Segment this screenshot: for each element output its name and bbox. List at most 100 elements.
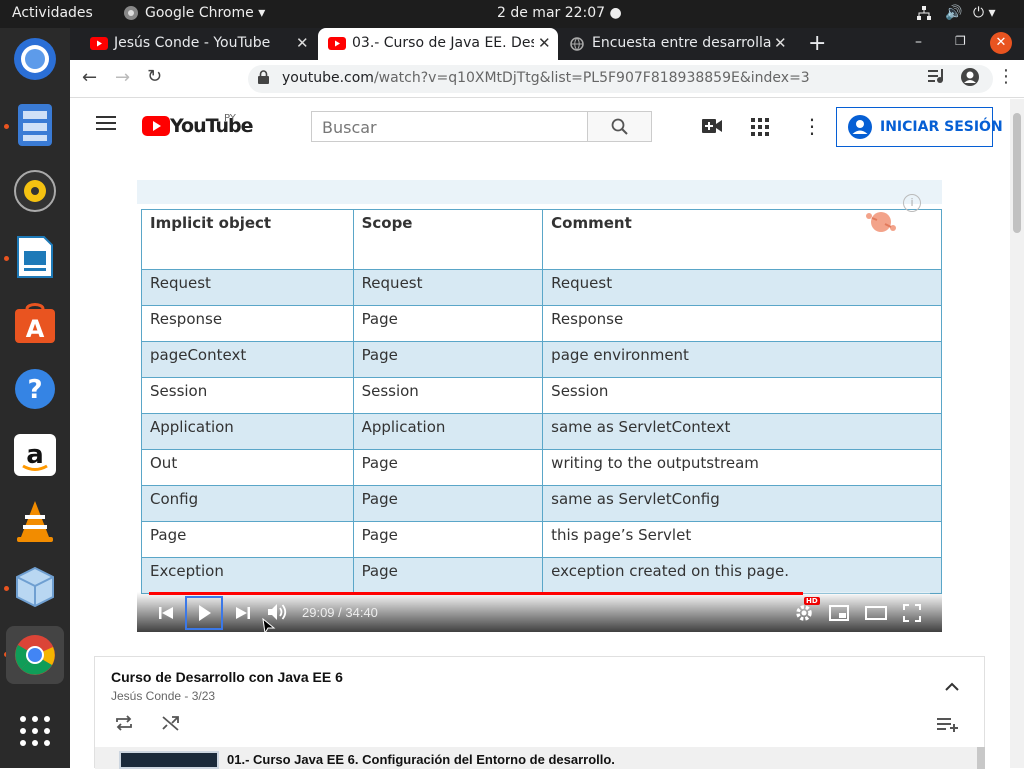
activities-button[interactable]: Actividades (12, 5, 93, 21)
table-cell: Response (542, 305, 942, 342)
time-display: 29:09 / 34:40 (302, 605, 378, 620)
next-icon[interactable] (236, 605, 250, 624)
playlist-scrollbar[interactable] (977, 747, 985, 769)
running-indicator (4, 586, 9, 591)
country-code: PY (224, 113, 236, 124)
amazon-icon[interactable]: a (12, 432, 58, 478)
video-player[interactable]: Implicit object Scope Comment Request Req… (137, 180, 942, 632)
table-cell: Page (352, 557, 544, 594)
theater-mode-icon[interactable] (865, 605, 887, 625)
youtube-favicon-icon (90, 37, 108, 54)
help-icon[interactable]: ? (12, 366, 58, 412)
youtube-header: YouTube PY Buscar ⋮ INICIAR SESIÓN (70, 99, 1010, 155)
playlist-title[interactable]: Curso de Desarrollo con Java EE 6 (111, 669, 343, 685)
svg-text:A: A (26, 315, 45, 343)
apps-grid-icon[interactable] (751, 118, 769, 140)
playlist-panel: Curso de Desarrollo con Java EE 6 Jesús … (94, 656, 985, 769)
tab-strip: Jesús Conde - YouTube ✕ 03.- Curso de Ja… (70, 28, 1024, 60)
tab-close-icon[interactable]: ✕ (774, 34, 787, 52)
app-menu[interactable]: Google Chrome ▾ (145, 5, 265, 21)
chrome-menu-icon[interactable]: ⋮ (997, 66, 1015, 87)
url-host: youtube.com (282, 70, 374, 86)
tab-youtube-channel[interactable]: Jesús Conde - YouTube ✕ (80, 28, 320, 60)
hamburger-menu-icon[interactable] (96, 115, 116, 135)
minimize-icon[interactable]: – (915, 34, 922, 50)
running-indicator (4, 124, 9, 129)
url-text: youtube.com/watch?v=q10XMtDjTtg&list=PL5… (282, 70, 810, 86)
chrome-app-icon (123, 5, 139, 22)
svg-text:a: a (26, 440, 44, 470)
implicit-objects-table: Implicit object Scope Comment Request Req… (141, 209, 942, 594)
tab-survey[interactable]: Encuesta entre desarrolla ✕ (560, 28, 800, 60)
files-icon[interactable] (12, 102, 58, 148)
clock-text: 2 de mar 22:07 (497, 5, 606, 21)
virtualbox-icon[interactable] (12, 564, 58, 610)
search-button[interactable] (587, 111, 652, 142)
table-cell: Page (352, 305, 544, 342)
tab-close-icon[interactable]: ✕ (296, 34, 309, 52)
play-button[interactable] (185, 596, 223, 630)
forward-arrow-icon[interactable]: → (115, 67, 130, 88)
youtube-favicon-icon (328, 37, 346, 54)
url-path: /watch?v=q10XMtDjTtg&list=PL5F907F818938… (373, 70, 810, 86)
miniplayer-icon[interactable] (829, 605, 849, 625)
add-to-playlist-icon[interactable] (937, 717, 959, 737)
show-apps-icon[interactable] (12, 708, 58, 754)
clock[interactable]: 2 de mar 22:07 ● (497, 5, 622, 21)
collapse-chevron-icon[interactable] (945, 677, 959, 696)
table-cell: Page (141, 521, 354, 558)
table-cell: Application (352, 413, 544, 450)
fullscreen-icon[interactable] (903, 604, 921, 626)
youtube-logo-icon[interactable] (142, 116, 170, 140)
rhythmbox-icon[interactable] (12, 168, 58, 214)
mouse-cursor-icon (262, 617, 276, 638)
player-controls: 29:09 / 34:40 HD (137, 592, 942, 632)
scrollbar-thumb[interactable] (1013, 113, 1021, 233)
tab-title: 03.- Curso de Java EE. Des (352, 35, 538, 51)
table-cell: page environment (542, 341, 942, 378)
dock: A ? a (0, 28, 70, 768)
settings-gear-icon[interactable] (795, 604, 813, 626)
back-arrow-icon[interactable]: ← (82, 67, 97, 88)
previous-icon[interactable] (159, 605, 173, 624)
chrome-dock-icon[interactable] (6, 626, 64, 684)
playlist-item[interactable]: 01.- Curso Java EE 6. Configuración del … (95, 747, 977, 769)
playlist-subtitle: Jesús Conde - 3/23 (111, 689, 216, 703)
table-cell: Session (352, 377, 544, 414)
table-row: Request Request Request (141, 269, 942, 306)
reload-icon[interactable]: ↻ (147, 66, 162, 87)
signin-button[interactable]: INICIAR SESIÓN (836, 107, 1003, 147)
vlc-icon[interactable] (12, 498, 58, 544)
network-icon[interactable] (916, 5, 932, 22)
table-cell: Config (141, 485, 354, 522)
tab-close-icon[interactable]: ✕ (534, 34, 551, 52)
tab-active-video[interactable]: 03.- Curso de Java EE. Des ✕ (318, 28, 558, 60)
table-cell: Page (352, 521, 544, 558)
volume-icon[interactable]: 🔊 (945, 5, 962, 21)
gnome-top-bar: Actividades Google Chrome ▾ 2 de mar 22:… (0, 0, 1024, 28)
progress-bar[interactable] (149, 592, 930, 595)
shuffle-icon[interactable] (162, 715, 180, 735)
svg-text:?: ? (27, 375, 42, 405)
table-cell: pageContext (141, 341, 354, 378)
power-icon[interactable]: ⏻ ▾ (973, 5, 996, 21)
create-video-icon[interactable] (702, 118, 722, 138)
browser-toolbar: ← → ↻ youtube.com/watch?v=q10XMtDjTtg&li… (70, 60, 1024, 98)
account-circle-icon (848, 115, 872, 143)
address-bar[interactable]: youtube.com/watch?v=q10XMtDjTtg&list=PL5… (248, 65, 993, 93)
page-scrollbar[interactable] (1010, 99, 1024, 768)
info-icon[interactable]: i (903, 194, 921, 212)
new-tab-plus-icon[interactable]: + (808, 31, 826, 56)
writer-icon[interactable] (12, 234, 58, 280)
chromium-icon[interactable] (12, 36, 58, 82)
slide-top-band (137, 180, 942, 204)
software-center-icon[interactable]: A (12, 300, 58, 346)
settings-menu-icon[interactable]: ⋮ (802, 114, 822, 138)
table-cell: this page’s Servlet (542, 521, 942, 558)
media-controls-icon[interactable] (928, 68, 946, 88)
search-input[interactable]: Buscar (311, 111, 588, 142)
restore-icon[interactable]: ❐ (955, 34, 966, 48)
loop-icon[interactable] (115, 715, 133, 735)
profile-avatar-icon[interactable] (960, 67, 980, 91)
close-window-icon[interactable]: ✕ (990, 32, 1012, 54)
